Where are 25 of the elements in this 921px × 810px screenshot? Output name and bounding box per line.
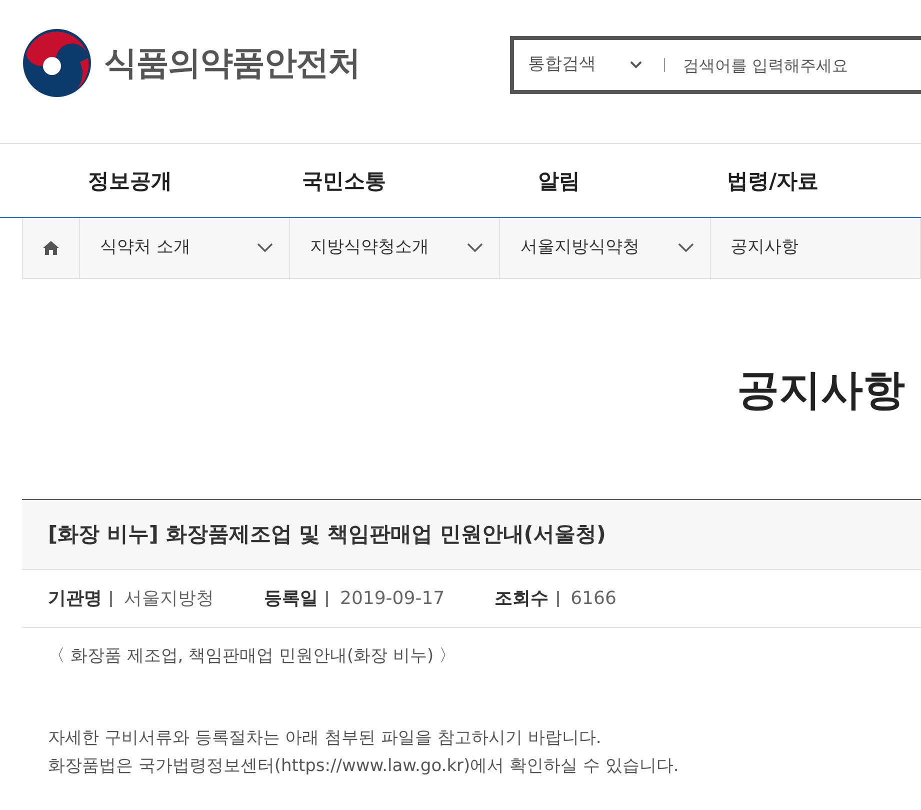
search-field[interactable]: 검색어를 입력해주세요: [665, 36, 921, 94]
nav-menu-item[interactable]: 알림: [538, 166, 580, 198]
search-scope-dropdown[interactable]: 통합검색: [510, 36, 665, 94]
body-text: 화장품법은 국가법령정보센터(https://www.law.go.kr)에서 확인하실 수 있습니다.: [48, 755, 680, 778]
body-text: 〈 화장품 제조업, 책임판매업 민원안내(화장 비누) 〉: [48, 645, 458, 668]
nav-menu-item[interactable]: 법령/자료: [727, 166, 819, 198]
breadcrumb-item[interactable]: 식약처 소개: [80, 218, 290, 278]
post-title: [화장 비누] 화장품제조업 및 책임판매업 민원안내(서울청): [22, 500, 921, 570]
breadcrumb-item[interactable]: 공지사항: [710, 218, 921, 278]
nav-menu-item[interactable]: 국민소통: [302, 166, 386, 198]
breadcrumb-item[interactable]: 서울지방식약청: [500, 218, 711, 278]
meta-label: 등록일: [264, 587, 318, 612]
breadcrumb-item[interactable]: 지방식약청소개: [290, 218, 500, 278]
chevron-down-icon: [630, 61, 642, 69]
home-icon[interactable]: [22, 218, 80, 278]
meta-label: 기관명: [48, 587, 102, 612]
meta-value: 서울지방청: [124, 587, 214, 612]
meta-value: 2019-09-17: [340, 587, 445, 612]
nav-menu-item[interactable]: 정보공개: [88, 166, 172, 198]
page-title: 공지사항: [736, 365, 905, 416]
body-text: 자세한 구비서류와 등록절차는 아래 첨부된 파일을 참고하시기 바랍니다.: [48, 727, 602, 750]
logo-icon: [22, 28, 92, 98]
meta-label: 조회수: [494, 587, 549, 612]
meta-value: 6166: [570, 587, 616, 612]
logo-text[interactable]: 식품의약품안전처: [104, 38, 360, 88]
